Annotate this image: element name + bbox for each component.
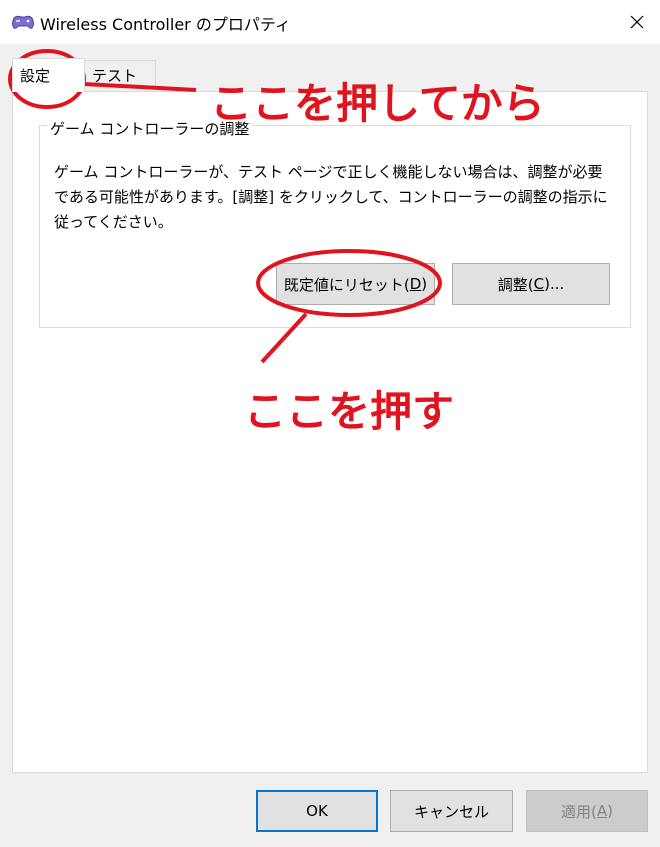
reset-defaults-button[interactable]: 既定値にリセット(D)	[276, 263, 435, 305]
calibrate-button[interactable]: 調整(C)...	[452, 263, 610, 305]
button-label-suffix: )	[607, 802, 613, 820]
mnemonic: D	[409, 275, 422, 293]
button-label: キャンセル	[413, 802, 489, 821]
annotation-text-step1: ここを押してから	[210, 79, 545, 128]
gamepad-icon	[12, 15, 34, 29]
tab-label: 設定	[20, 67, 51, 85]
tab-label: テスト	[92, 67, 138, 85]
close-icon	[630, 15, 644, 29]
button-label-suffix: )...	[544, 275, 565, 293]
ok-button[interactable]: OK	[256, 790, 378, 832]
button-label: OK	[306, 802, 328, 820]
close-button[interactable]	[614, 0, 660, 44]
button-label-suffix: )	[421, 275, 428, 293]
button-label: 適用(	[561, 802, 597, 821]
apply-button: 適用(A)	[526, 790, 648, 832]
mnemonic: A	[596, 802, 608, 820]
mnemonic: C	[533, 275, 545, 293]
title-bar: Wireless Controller のプロパティ	[0, 0, 660, 44]
annotation-text-step2: ここを押す	[244, 387, 455, 436]
calibration-description: ゲーム コントローラーが、テスト ページで正しく機能しない場合は、調整が必要であ…	[54, 163, 608, 231]
tab-test[interactable]: テスト	[84, 60, 156, 90]
button-label: 調整(	[497, 275, 534, 294]
window-title: Wireless Controller のプロパティ	[40, 15, 291, 34]
cancel-button[interactable]: キャンセル	[390, 790, 513, 832]
tab-settings[interactable]: 設定	[12, 58, 85, 92]
button-label: 既定値にリセット(	[283, 275, 410, 294]
